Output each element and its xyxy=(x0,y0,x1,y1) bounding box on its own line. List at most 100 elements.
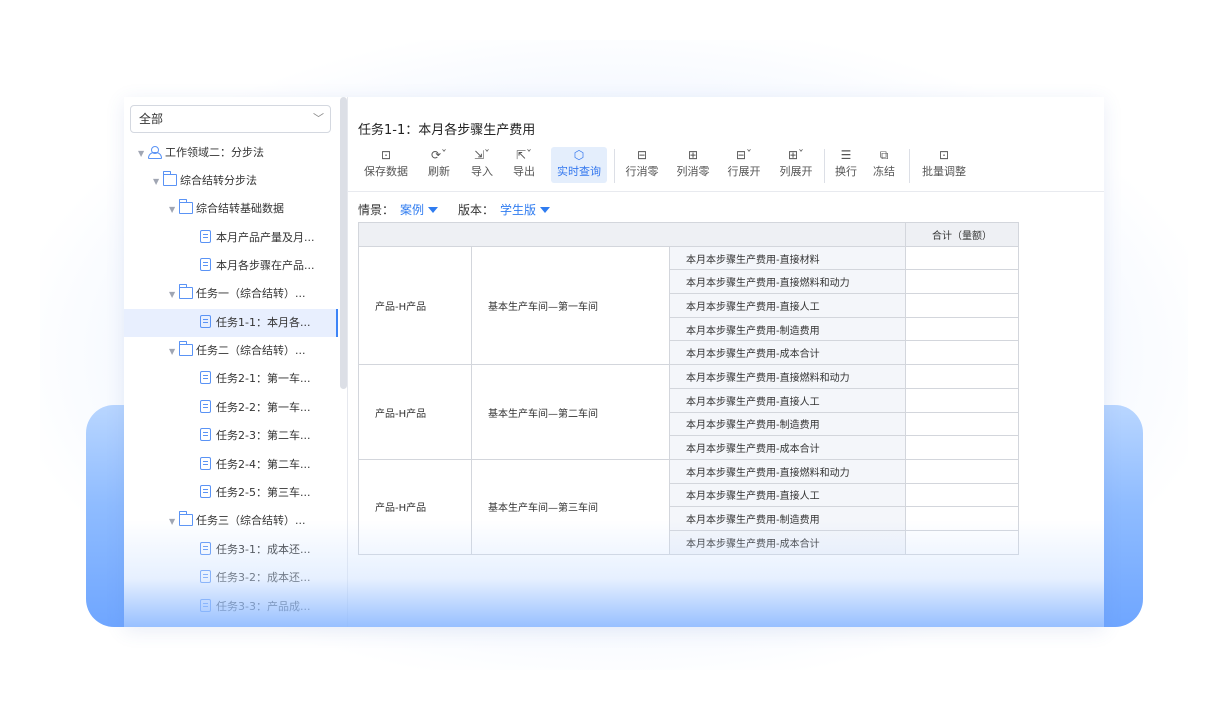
total-cell[interactable] xyxy=(905,411,1019,437)
tree-item-folder[interactable]: ▼ 任务二（综合结转）... xyxy=(169,337,306,365)
cost-item-cell: 本月本步骤生产费用-直接材料 xyxy=(669,245,906,271)
batch-adjust-button[interactable]: ⊡ 批量调整 xyxy=(920,147,968,183)
realtime-query-button[interactable]: ⬡ 实时查询 xyxy=(551,147,607,183)
freeze-label: 冻结 xyxy=(873,165,895,178)
refresh-button[interactable]: ⟳ˇ 刷新 xyxy=(424,147,454,183)
total-cell[interactable] xyxy=(905,269,1019,295)
tree-item-label: 任务3-3：产品成... xyxy=(216,600,311,613)
version-dropdown[interactable]: 学生版 xyxy=(500,203,551,217)
batch-adjust-icon: ⊡ xyxy=(938,148,950,162)
column-zero-label: 列消零 xyxy=(676,165,710,178)
tree-item-root[interactable]: ▼ 工作领域二：分步法 xyxy=(138,139,264,167)
expand-triangle-icon[interactable]: ▼ xyxy=(169,281,179,309)
tree-item-label: 任务2-1：第一车... xyxy=(216,372,311,385)
folder-icon xyxy=(163,171,177,186)
freeze-icon: ⧉ xyxy=(879,148,889,162)
toolbar-divider xyxy=(909,149,910,183)
scope-select[interactable]: 全部 ﹀ xyxy=(130,105,331,133)
expand-triangle-icon[interactable]: ▼ xyxy=(169,196,179,224)
cost-item-cell: 本月本步骤生产费用-制造费用 xyxy=(669,316,906,342)
column-zero-button[interactable]: ⊞ 列消零 xyxy=(675,147,711,183)
folder-icon xyxy=(179,199,193,214)
tree-item-label: 任务1-1：本月各... xyxy=(216,316,311,329)
total-cell[interactable] xyxy=(905,435,1019,460)
total-cell[interactable] xyxy=(905,316,1019,342)
total-cell[interactable] xyxy=(905,245,1019,271)
freeze-button[interactable]: ⧉ 冻结 xyxy=(872,147,896,183)
total-cell[interactable] xyxy=(905,529,1019,555)
total-cell[interactable] xyxy=(905,506,1019,531)
expand-triangle-icon[interactable]: ▼ xyxy=(169,508,179,536)
document-icon xyxy=(200,400,211,413)
cost-item-cell: 本月本步骤生产费用-制造费用 xyxy=(669,411,906,437)
save-label: 保存数据 xyxy=(364,165,408,178)
tree-item-folder[interactable]: ▼ 综合结转分步法 xyxy=(153,167,257,195)
export-icon: ⇱ˇ xyxy=(515,148,533,162)
tree-item-label: 任务2-2：第一车... xyxy=(216,401,311,414)
tree-item-doc[interactable]: 本月产品产量及月... xyxy=(200,224,315,252)
expand-triangle-icon[interactable]: ▼ xyxy=(138,140,148,168)
tree-item-label: 本月各步骤在产品... xyxy=(216,259,315,272)
filter-bar: 情景： 案例 版本： 学生版 xyxy=(358,201,570,218)
tree-item-label: 综合结转分步法 xyxy=(180,174,257,187)
total-cell[interactable] xyxy=(905,293,1019,318)
tree-item-doc-selected[interactable]: 任务1-1：本月各... xyxy=(124,309,338,337)
app-window: 全部 ﹀ ▼ 工作领域二：分步法 ▼ 综合结转分步法 ▼ 综合结转基础数据 本月产品产… xyxy=(124,97,1104,627)
row-zero-icon: ⊟ xyxy=(636,148,648,162)
workshop-cell: 基本生产车间—第三车间 xyxy=(471,458,670,555)
tree-item-label: 本月产品产量及月... xyxy=(216,231,315,244)
export-label: 导出 xyxy=(513,165,535,178)
workshop-cell: 基本生产车间—第二车间 xyxy=(471,364,670,460)
workshop-cell: 基本生产车间—第一车间 xyxy=(471,245,670,366)
export-button[interactable]: ⇱ˇ 导出 xyxy=(510,147,538,183)
expand-triangle-icon[interactable]: ▼ xyxy=(169,338,179,366)
column-zero-icon: ⊞ xyxy=(687,148,699,162)
product-cell: 产品-H产品 xyxy=(358,245,472,366)
cost-item-cell: 本月本步骤生产费用-成本合计 xyxy=(669,340,906,366)
sidebar: 全部 ﹀ ▼ 工作领域二：分步法 ▼ 综合结转分步法 ▼ 综合结转基础数据 本月产品产… xyxy=(124,97,348,627)
row-zero-label: 行消零 xyxy=(625,165,659,178)
total-cell[interactable] xyxy=(905,458,1019,484)
total-cell[interactable] xyxy=(905,387,1019,413)
cost-item-cell: 本月本步骤生产费用-直接燃料和动力 xyxy=(669,269,906,295)
tree-item-doc[interactable]: 任务2-3：第二车... xyxy=(200,422,310,450)
scenario-dropdown[interactable]: 案例 xyxy=(400,203,439,217)
refresh-label: 刷新 xyxy=(428,165,450,178)
row-expand-button[interactable]: ⊟ˇ 行展开 xyxy=(726,147,762,183)
tree-item-label: 任务2-3：第二车... xyxy=(216,429,311,442)
expand-triangle-icon[interactable]: ▼ xyxy=(153,168,163,196)
total-cell[interactable] xyxy=(905,364,1019,389)
wrap-button[interactable]: ☰ 换行 xyxy=(834,147,858,183)
row-expand-icon: ⊟ˇ xyxy=(735,148,753,162)
table-header-row: 合计（量额） xyxy=(358,222,1019,247)
tree-item-folder[interactable]: ▼ 任务一（综合结转）... xyxy=(169,280,306,308)
tree-item-doc[interactable]: 本月各步骤在产品... xyxy=(200,252,315,280)
row-expand-label: 行展开 xyxy=(727,165,761,178)
total-cell[interactable] xyxy=(905,482,1019,508)
tree-item-label: 任务三（综合结转）... xyxy=(196,514,306,527)
save-button[interactable]: ⊡ 保存数据 xyxy=(362,147,410,183)
tree-item-label: 任务2-4：第二车... xyxy=(216,458,311,471)
tree-item-label: 任务二（综合结转）... xyxy=(196,344,306,357)
product-cell: 产品-H产品 xyxy=(358,364,472,460)
cost-item-cell: 本月本步骤生产费用-直接燃料和动力 xyxy=(669,364,906,389)
tree-item-doc[interactable]: 任务2-2：第一车... xyxy=(200,394,310,422)
tree-item-doc[interactable]: 任务2-1：第一车... xyxy=(200,365,310,393)
total-cell[interactable] xyxy=(905,340,1019,366)
sidebar-scrollbar[interactable] xyxy=(340,97,347,389)
row-zero-button[interactable]: ⊟ 行消零 xyxy=(624,147,660,183)
import-button[interactable]: ⇲ˇ 导入 xyxy=(468,147,496,183)
tree-item-folder[interactable]: ▼ 综合结转基础数据 xyxy=(169,195,284,223)
import-label: 导入 xyxy=(471,165,493,178)
scope-select-value: 全部 xyxy=(139,112,164,126)
tree-item-folder[interactable]: ▼ 任务三（综合结转）... xyxy=(169,507,306,535)
tree-item-doc[interactable]: 任务2-5：第三车... xyxy=(200,479,310,507)
tree-item-doc[interactable]: 任务3-2：成本还... xyxy=(200,564,310,592)
tree-item-label: 综合结转基础数据 xyxy=(196,202,284,215)
tree-item-doc[interactable]: 任务3-3：产品成... xyxy=(200,593,310,621)
table-header-blank xyxy=(358,222,906,247)
tree-item-doc[interactable]: 任务3-1：成本还... xyxy=(200,536,310,564)
version-label: 版本： xyxy=(458,203,495,217)
column-expand-button[interactable]: ⊞ˇ 列展开 xyxy=(778,147,814,183)
tree-item-doc[interactable]: 任务2-4：第二车... xyxy=(200,451,310,479)
